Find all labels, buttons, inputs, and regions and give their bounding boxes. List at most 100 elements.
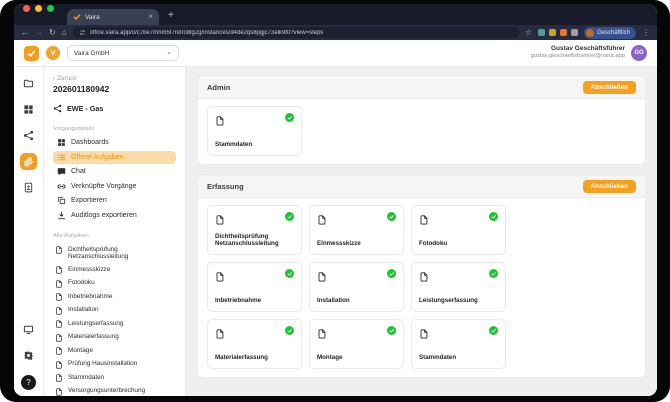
card-top-row xyxy=(419,326,498,339)
document-icon xyxy=(215,269,225,282)
check-circle-icon xyxy=(285,212,294,221)
task-card-label: Stammdaten xyxy=(215,141,253,149)
tab-close-icon[interactable]: × xyxy=(148,13,153,21)
task-card[interactable]: Materialerfassung xyxy=(207,319,302,369)
close-window-button[interactable] xyxy=(23,5,30,12)
site-info-icon[interactable] xyxy=(79,29,86,36)
document-icon xyxy=(55,307,63,315)
sidebar-task-item[interactable]: Fotodoku xyxy=(53,277,176,291)
sidebar-task-item[interactable]: Prüfung Hausinstallation xyxy=(53,358,176,372)
check-circle-icon xyxy=(387,269,396,278)
section-title: Admin xyxy=(207,82,231,92)
task-item-label: Einmessskizze xyxy=(68,265,111,273)
contacts-icon[interactable] xyxy=(20,179,37,196)
sidebar-task-item[interactable]: Inbetriebnahme xyxy=(53,290,176,304)
task-card[interactable]: Stammdaten xyxy=(207,106,302,156)
document-icon xyxy=(55,320,63,328)
card-top-row xyxy=(317,269,396,282)
folder-icon[interactable] xyxy=(20,75,37,92)
document-icon xyxy=(215,326,225,339)
sidebar-item-verknüpfte-vorgänge[interactable]: Verknüpfte Vorgänge xyxy=(53,180,176,194)
table-icon[interactable] xyxy=(20,101,37,118)
sidebar-item-dashboards[interactable]: Dashboards xyxy=(53,136,176,150)
sidebar-task-item[interactable]: Versorgungsunterbrechung xyxy=(53,385,176,396)
card-top-row xyxy=(419,269,498,282)
sidebar-task-item[interactable]: Stammdaten xyxy=(53,371,176,385)
user-info: Gustav Geschäftsführer gustav.geschaefts… xyxy=(531,45,625,60)
complete-button[interactable]: Abschließen xyxy=(582,80,636,94)
process-number: 202601180942 xyxy=(53,84,110,94)
document-icon xyxy=(55,374,63,382)
sidebar-task-item[interactable]: Dichtheitsprüfung Netzanschlussleitung xyxy=(53,243,176,263)
extension-icon[interactable] xyxy=(548,29,556,36)
forward-icon[interactable]: → xyxy=(35,28,43,37)
browser-tab-vaira[interactable]: Vaira × xyxy=(67,9,159,25)
section-header: Erfassung Abschließen xyxy=(198,175,645,198)
task-card[interactable]: Montage xyxy=(309,319,404,369)
minimize-window-button[interactable] xyxy=(35,5,42,12)
check-circle-icon xyxy=(489,212,498,221)
card-top-row xyxy=(215,113,294,126)
sidebar-task-item[interactable]: Installation xyxy=(53,304,176,318)
new-tab-button[interactable]: + xyxy=(168,11,174,25)
browser-profile-chip[interactable]: Geschäftlich xyxy=(583,26,636,39)
workflow-icon[interactable] xyxy=(20,127,37,144)
menu-item-label: Chat xyxy=(71,168,86,176)
extension-icon[interactable] xyxy=(559,29,567,36)
menu-item-icon xyxy=(57,211,66,220)
sidebar-task-item[interactable]: Montage xyxy=(53,344,176,358)
reload-icon[interactable]: ↻ xyxy=(49,28,56,37)
complete-button[interactable]: Abschließen xyxy=(582,179,636,193)
document-icon xyxy=(55,280,63,288)
menu-item-label: Exportieren xyxy=(71,197,107,205)
org-select[interactable]: Vaira GmbH ⌄ xyxy=(67,45,179,61)
task-card[interactable]: Dichtheitsprüfung Netzanschlussleitung xyxy=(207,205,302,255)
check-circle-icon xyxy=(489,269,498,278)
sidebar-item-chat[interactable]: Chat xyxy=(53,165,176,179)
vaira-logo-icon[interactable] xyxy=(24,45,39,61)
screenshot-canvas: Vaira × + ← → ↻ ⌂ office.vaira.app/o/c7b… xyxy=(0,0,670,402)
paperclip-icon[interactable] xyxy=(20,153,37,170)
section-card-grid: Stammdaten xyxy=(198,99,645,164)
process-type[interactable]: EWE - Gas xyxy=(53,104,176,113)
sidebar-task-item[interactable]: Leistungserfassung xyxy=(53,317,176,331)
card-top-row xyxy=(215,326,294,339)
url-text: office.vaira.app/o/c7be7mnm5f7ndro8lg2g/… xyxy=(89,29,324,36)
document-icon xyxy=(55,293,63,301)
devices-icon[interactable] xyxy=(20,321,37,338)
sidebar-task-item[interactable]: Einmessskizze xyxy=(53,263,176,277)
browser-menu-icon[interactable]: ⋮ xyxy=(642,28,650,37)
task-card[interactable]: Stammdaten xyxy=(411,319,506,369)
sidebar-task-item[interactable]: Materialerfassung xyxy=(53,331,176,345)
share-nodes-icon xyxy=(53,104,62,113)
bookmark-star-icon[interactable]: ☆ xyxy=(525,28,532,37)
user-name: Gustav Geschäftsführer xyxy=(550,45,625,53)
extension-icon[interactable] xyxy=(570,29,578,36)
user-avatar[interactable]: GG xyxy=(631,45,647,61)
task-card[interactable]: Fotodoku xyxy=(411,205,506,255)
document-icon xyxy=(215,113,225,126)
section-card-grid: Dichtheitsprüfung Netzanschlussleitung E… xyxy=(198,198,645,377)
document-icon xyxy=(55,334,63,342)
sidebar-item-offene-aufgaben[interactable]: Offene Aufgaben xyxy=(53,150,176,164)
task-card[interactable]: Inbetriebnahme xyxy=(207,262,302,312)
back-icon[interactable]: ← xyxy=(21,28,29,37)
back-link[interactable]: ‹ Zurück xyxy=(53,75,176,82)
task-card[interactable]: Einmessskizze xyxy=(309,205,404,255)
help-button[interactable]: ? xyxy=(21,375,36,390)
sidebar-item-auditlogs-exportieren[interactable]: Auditlogs exportieren xyxy=(53,209,176,223)
card-top-row xyxy=(215,212,294,225)
document-icon xyxy=(419,269,429,282)
address-bar[interactable]: office.vaira.app/o/c7be7mnm5f7ndro8lg2g/… xyxy=(72,27,519,38)
sidebar-item-exportieren[interactable]: Exportieren xyxy=(53,194,176,208)
gear-icon[interactable] xyxy=(20,347,37,364)
task-card[interactable]: Installation xyxy=(309,262,404,312)
task-card-label: Einmessskizze xyxy=(317,240,361,248)
back-label: Zurück xyxy=(57,75,77,82)
home-icon[interactable]: ⌂ xyxy=(62,28,67,37)
task-card[interactable]: Leistungserfassung xyxy=(411,262,506,312)
vaira-favicon-icon xyxy=(73,13,81,21)
extension-icon[interactable] xyxy=(537,29,545,36)
profile-label: Geschäftlich xyxy=(596,29,630,36)
maximize-window-button[interactable] xyxy=(47,5,54,12)
